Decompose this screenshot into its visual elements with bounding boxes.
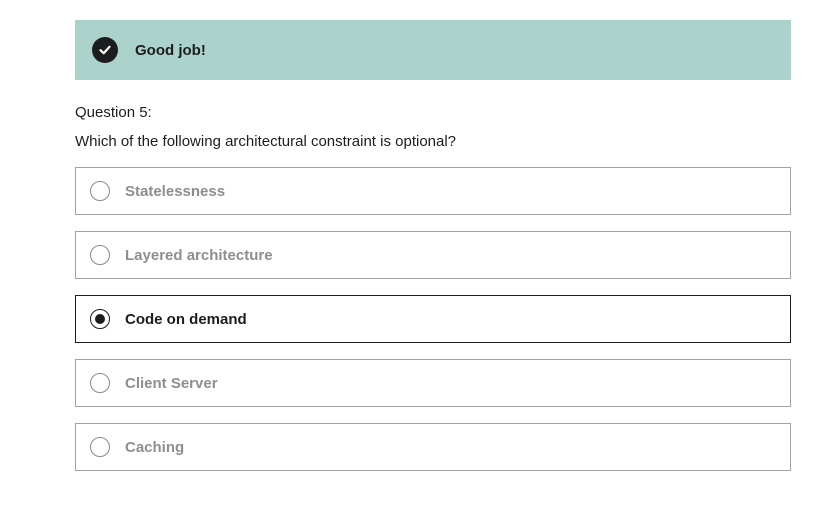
answer-option[interactable]: Client Server xyxy=(75,359,791,407)
radio-button[interactable] xyxy=(90,373,110,393)
radio-button[interactable] xyxy=(90,437,110,457)
answer-option-label: Code on demand xyxy=(125,310,247,328)
feedback-message: Good job! xyxy=(135,41,206,59)
answer-option[interactable]: Statelessness xyxy=(75,167,791,215)
radio-selected-dot xyxy=(95,314,105,324)
answer-option-label: Layered architecture xyxy=(125,246,273,264)
radio-button[interactable] xyxy=(90,181,110,201)
answer-option-label: Caching xyxy=(125,438,185,456)
answer-option[interactable]: Code on demand xyxy=(75,295,791,343)
feedback-banner: Good job! xyxy=(75,20,791,80)
question-number: Question 5: xyxy=(75,104,152,121)
question-text: Which of the following architectural con… xyxy=(75,133,457,150)
radio-button[interactable] xyxy=(90,309,110,329)
answer-options: Statelessness Layered architecture Code … xyxy=(75,167,791,487)
radio-button[interactable] xyxy=(90,245,110,265)
quiz-page: Good job! Question 5: Which of the follo… xyxy=(0,0,827,522)
answer-option[interactable]: Caching xyxy=(75,423,791,471)
answer-option[interactable]: Layered architecture xyxy=(75,231,791,279)
answer-option-label: Statelessness xyxy=(125,182,226,200)
check-circle-icon xyxy=(92,37,118,63)
answer-option-label: Client Server xyxy=(125,374,218,392)
